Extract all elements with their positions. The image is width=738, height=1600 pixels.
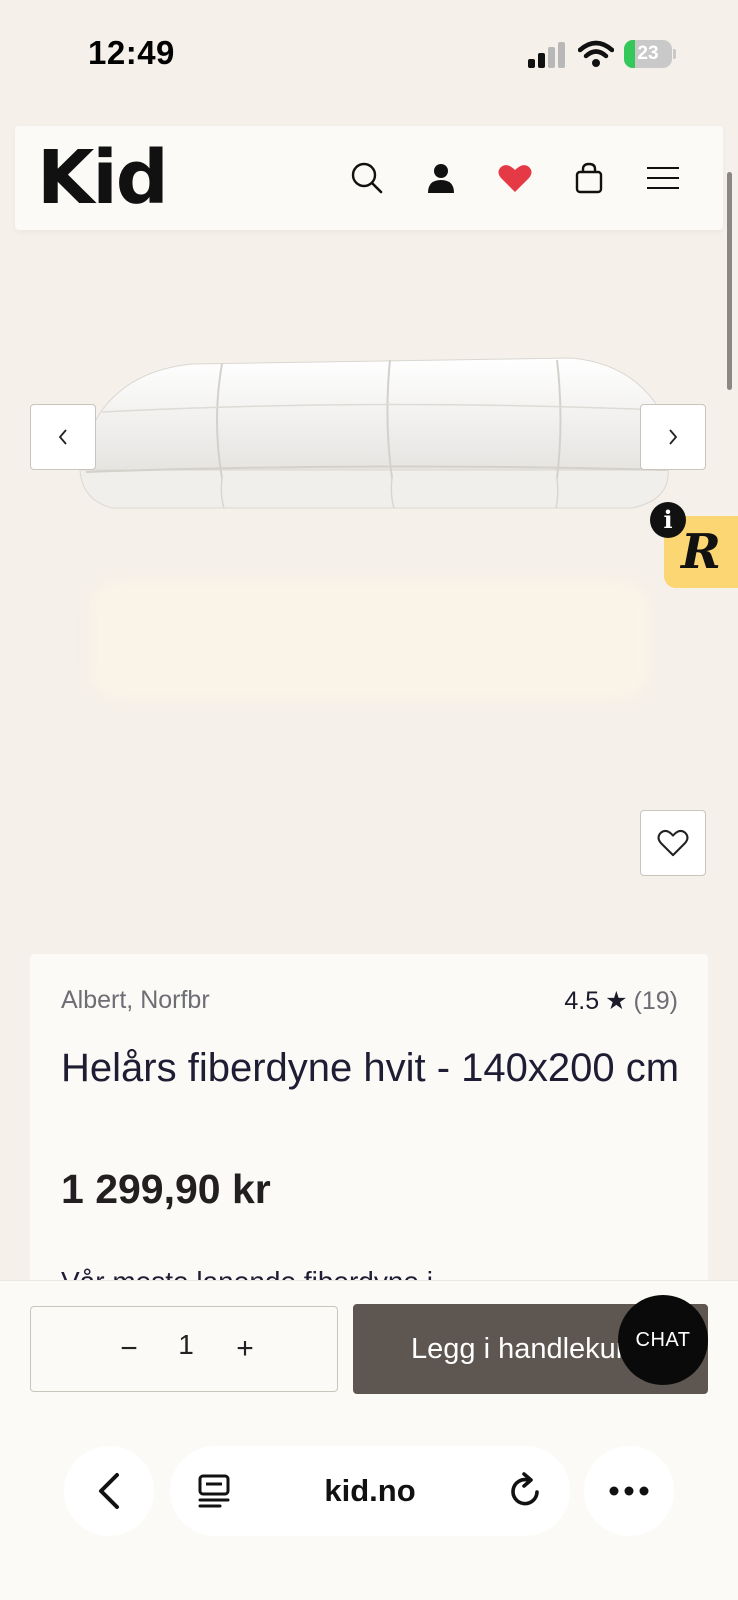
site-logo[interactable]: Kid [37, 140, 169, 216]
quantity-stepper: − 1 + [30, 1306, 338, 1392]
product-price: 1 299,90 kr [61, 1166, 271, 1212]
increase-quantity-button[interactable]: + [227, 1331, 263, 1367]
site-header: Kid [15, 126, 723, 230]
browser-back-button[interactable] [64, 1446, 154, 1536]
info-icon[interactable]: i [650, 502, 686, 538]
gallery-next-button[interactable] [640, 404, 706, 470]
product-title: Helårs fiberdyne hvit - 140x200 cm [61, 1046, 680, 1090]
chat-button[interactable]: CHAT [618, 1295, 708, 1385]
reload-icon[interactable] [508, 1472, 544, 1510]
star-icon: ★ [605, 987, 628, 1015]
buy-bar: − 1 + Legg i handlekurv CHAT [0, 1280, 738, 1600]
rating-value: 4.5 [564, 986, 600, 1015]
more-button[interactable] [584, 1446, 674, 1536]
product-image [79, 357, 669, 509]
product-rating[interactable]: 4.5 ★ (19) [564, 986, 678, 1016]
battery-level: 23 [637, 43, 659, 64]
page-scrollbar[interactable] [727, 172, 732, 390]
heart-outline-icon [657, 829, 689, 857]
bag-icon[interactable] [567, 156, 611, 200]
menu-icon[interactable] [641, 156, 685, 200]
search-icon[interactable] [345, 156, 389, 200]
chevron-right-icon [669, 429, 678, 445]
status-bar: 12:49 23 [0, 0, 738, 110]
address-bar[interactable]: kid.no [170, 1446, 570, 1536]
product-info-card: Albert, Norfbr 4.5 ★ (19) Helårs fiberdy… [30, 954, 708, 1297]
reviews-widget-logo: R [681, 524, 721, 580]
heart-icon[interactable] [493, 156, 537, 200]
battery-icon: 23 [624, 40, 676, 68]
review-count: (19) [633, 986, 678, 1015]
gallery-prev-button[interactable] [30, 404, 96, 470]
account-icon[interactable] [419, 156, 463, 200]
signal-icon [528, 42, 565, 68]
product-brand[interactable]: Albert, Norfbr [61, 986, 210, 1015]
chevron-left-icon [58, 429, 67, 445]
more-icon [609, 1486, 649, 1496]
decrease-quantity-button[interactable]: − [111, 1331, 147, 1367]
status-time: 12:49 [88, 34, 175, 71]
back-icon [99, 1473, 119, 1509]
product-gallery [30, 240, 708, 900]
add-to-wishlist-button[interactable] [640, 810, 706, 876]
quantity-value[interactable]: 1 [171, 1329, 201, 1361]
wifi-icon [578, 40, 614, 67]
